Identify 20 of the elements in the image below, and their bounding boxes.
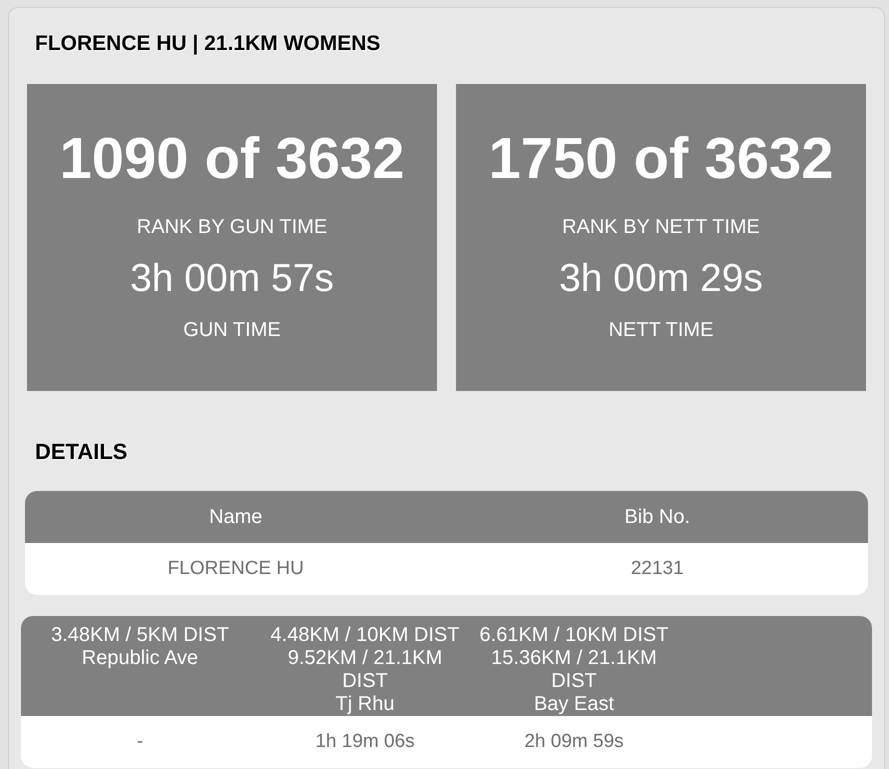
rank-label: RANK BY GUN TIME bbox=[136, 216, 328, 239]
split-header: 4.48KM / 10KM DIST 9.52KM / 21.1KM DIST Tj Rhu bbox=[259, 616, 471, 716]
table-cell-text: 1h 19m 06s bbox=[314, 730, 416, 754]
split-header: 6.61KM / 10KM DIST 15.36KM / 21.1KM DIST Bay East bbox=[471, 616, 677, 716]
time-value: 3h 00m 57s bbox=[130, 257, 334, 301]
column-header: Bib No. bbox=[446, 491, 868, 543]
rank-value: 1750 of 3632 bbox=[488, 130, 834, 188]
runner-title: FLORENCE HU | 21.1KM WOMENS bbox=[35, 32, 382, 56]
table-cell-text: FLORENCE HU bbox=[166, 557, 305, 581]
time-value: 3h 00m 29s bbox=[559, 257, 763, 301]
rank-label: RANK BY NETT TIME bbox=[562, 216, 760, 239]
rank-value: 1090 of 3632 bbox=[59, 130, 405, 188]
split-header: 3.48KM / 5KM DIST Republic Ave bbox=[21, 616, 259, 716]
column-header: Name bbox=[25, 491, 446, 543]
table-cell-text: - bbox=[136, 730, 144, 754]
section-heading: DETAILS bbox=[35, 439, 128, 465]
table-cell-text: 2h 09m 59s bbox=[523, 730, 625, 754]
table-cell-text: 22131 bbox=[630, 557, 685, 581]
time-label: GUN TIME bbox=[183, 319, 281, 342]
time-label: NETT TIME bbox=[608, 319, 714, 342]
